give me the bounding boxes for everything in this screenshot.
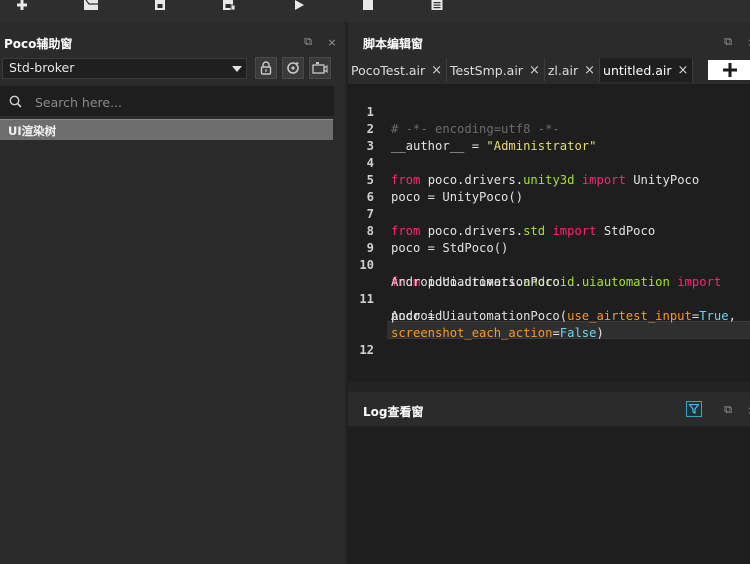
poco-assistant-panel: Poco辅助窗 ⧉ × Std-broker UI渲染树 [0,22,345,564]
restore-icon[interactable]: ⧉ [302,35,314,48]
code-line: 2 __author__ = "Administrator" [348,104,750,153]
code-line: 8 poco = StdPoco() [348,206,750,255]
ui-render-tree[interactable] [0,140,333,564]
code-line: 10 from poco.drivers.android.uiautomatio… [348,240,750,289]
save-icon[interactable] [151,0,169,12]
device-select-value: Std-broker [9,60,75,75]
close-icon[interactable]: × [326,36,338,49]
code-editor[interactable]: 1 # -*- encoding=utf8 -*- 2 __author__ =… [348,84,750,382]
tab-testsmp[interactable]: TestSmp.air × [447,58,545,82]
tab-zl[interactable]: zl.air × [544,58,601,82]
restore-icon[interactable]: ⧉ [722,35,734,48]
save-as-icon[interactable] [220,0,238,12]
filter-button[interactable] [686,401,702,417]
log-viewer-panel: Log查看窗 ⧉ × [348,392,750,564]
code-line: 9 [348,223,750,255]
close-icon[interactable]: × [678,63,689,78]
poco-panel-window-controls: ⧉ × [302,35,338,49]
code-line: 11 poco = [348,274,750,323]
tab-pocotest[interactable]: PocoTest.air × [348,58,448,82]
search-box [0,86,334,116]
report-icon[interactable] [428,0,446,12]
close-icon[interactable]: × [584,63,595,78]
add-tab-button[interactable] [708,60,750,80]
code-line: 7 from poco.drivers.std import StdPoco [348,189,750,238]
poco-panel-title: Poco辅助窗 [4,37,73,51]
code-line: 3 [348,121,750,153]
log-panel-window-controls: ⧉ × [722,403,750,417]
lock-button[interactable] [255,57,277,79]
tab-label: untitled.air [603,62,672,78]
close-icon[interactable]: × [529,63,540,78]
code-line-wrap: screenshot_each_action=False) [348,308,750,340]
refresh-icon [287,62,299,74]
open-folder-icon[interactable] [82,0,100,12]
record-button[interactable] [309,57,331,79]
tab-label: zl.air [547,62,579,78]
chevron-down-icon [232,66,242,72]
restore-icon[interactable]: ⧉ [722,403,734,416]
plus-icon [723,63,737,77]
search-input[interactable] [29,91,324,113]
line-number: 12 [359,343,374,357]
tab-label: PocoTest.air [351,62,426,78]
panel-splitter-horizontal[interactable] [348,382,750,392]
log-panel-title: Log查看窗 [363,405,424,419]
tab-untitled[interactable]: untitled.air × [600,58,694,82]
camera-icon [312,62,328,74]
play-icon[interactable] [290,0,308,12]
lock-icon [260,61,272,75]
code-line: 1 # -*- encoding=utf8 -*- [348,87,750,136]
editor-tabs: PocoTest.air × TestSmp.air × zl.air × un… [348,58,750,82]
search-icon [9,95,22,108]
filter-icon [689,404,699,414]
refresh-button[interactable] [282,57,304,79]
close-icon[interactable]: × [746,404,750,417]
code-line: 12 [348,325,750,357]
new-file-icon[interactable] [13,0,31,12]
close-icon[interactable]: × [431,63,442,78]
code-line-wrap: AndroidUiautomationPoco(use_airtest_inpu… [348,291,750,323]
log-output[interactable] [348,426,750,564]
code-line: 4 from poco.drivers.unity3d import Unity… [348,138,750,187]
device-select[interactable]: Std-broker [2,58,247,79]
code-line: 6 [348,172,750,204]
close-icon[interactable]: × [746,36,750,49]
script-editor-panel: 脚本编辑窗 ⧉ × PocoTest.air × TestSmp.air × z… [348,22,750,384]
editor-panel-window-controls: ⧉ × [722,35,750,49]
editor-panel-title: 脚本编辑窗 [363,37,424,51]
tab-label: TestSmp.air [450,62,523,78]
code-line: 5 poco = UnityPoco() [348,155,750,204]
main-toolbar [0,0,750,22]
stop-icon[interactable] [359,0,377,12]
code-line-wrap: AndroidUiautomationPoco [348,257,750,289]
ui-render-tree-header[interactable]: UI渲染树 [0,119,333,140]
